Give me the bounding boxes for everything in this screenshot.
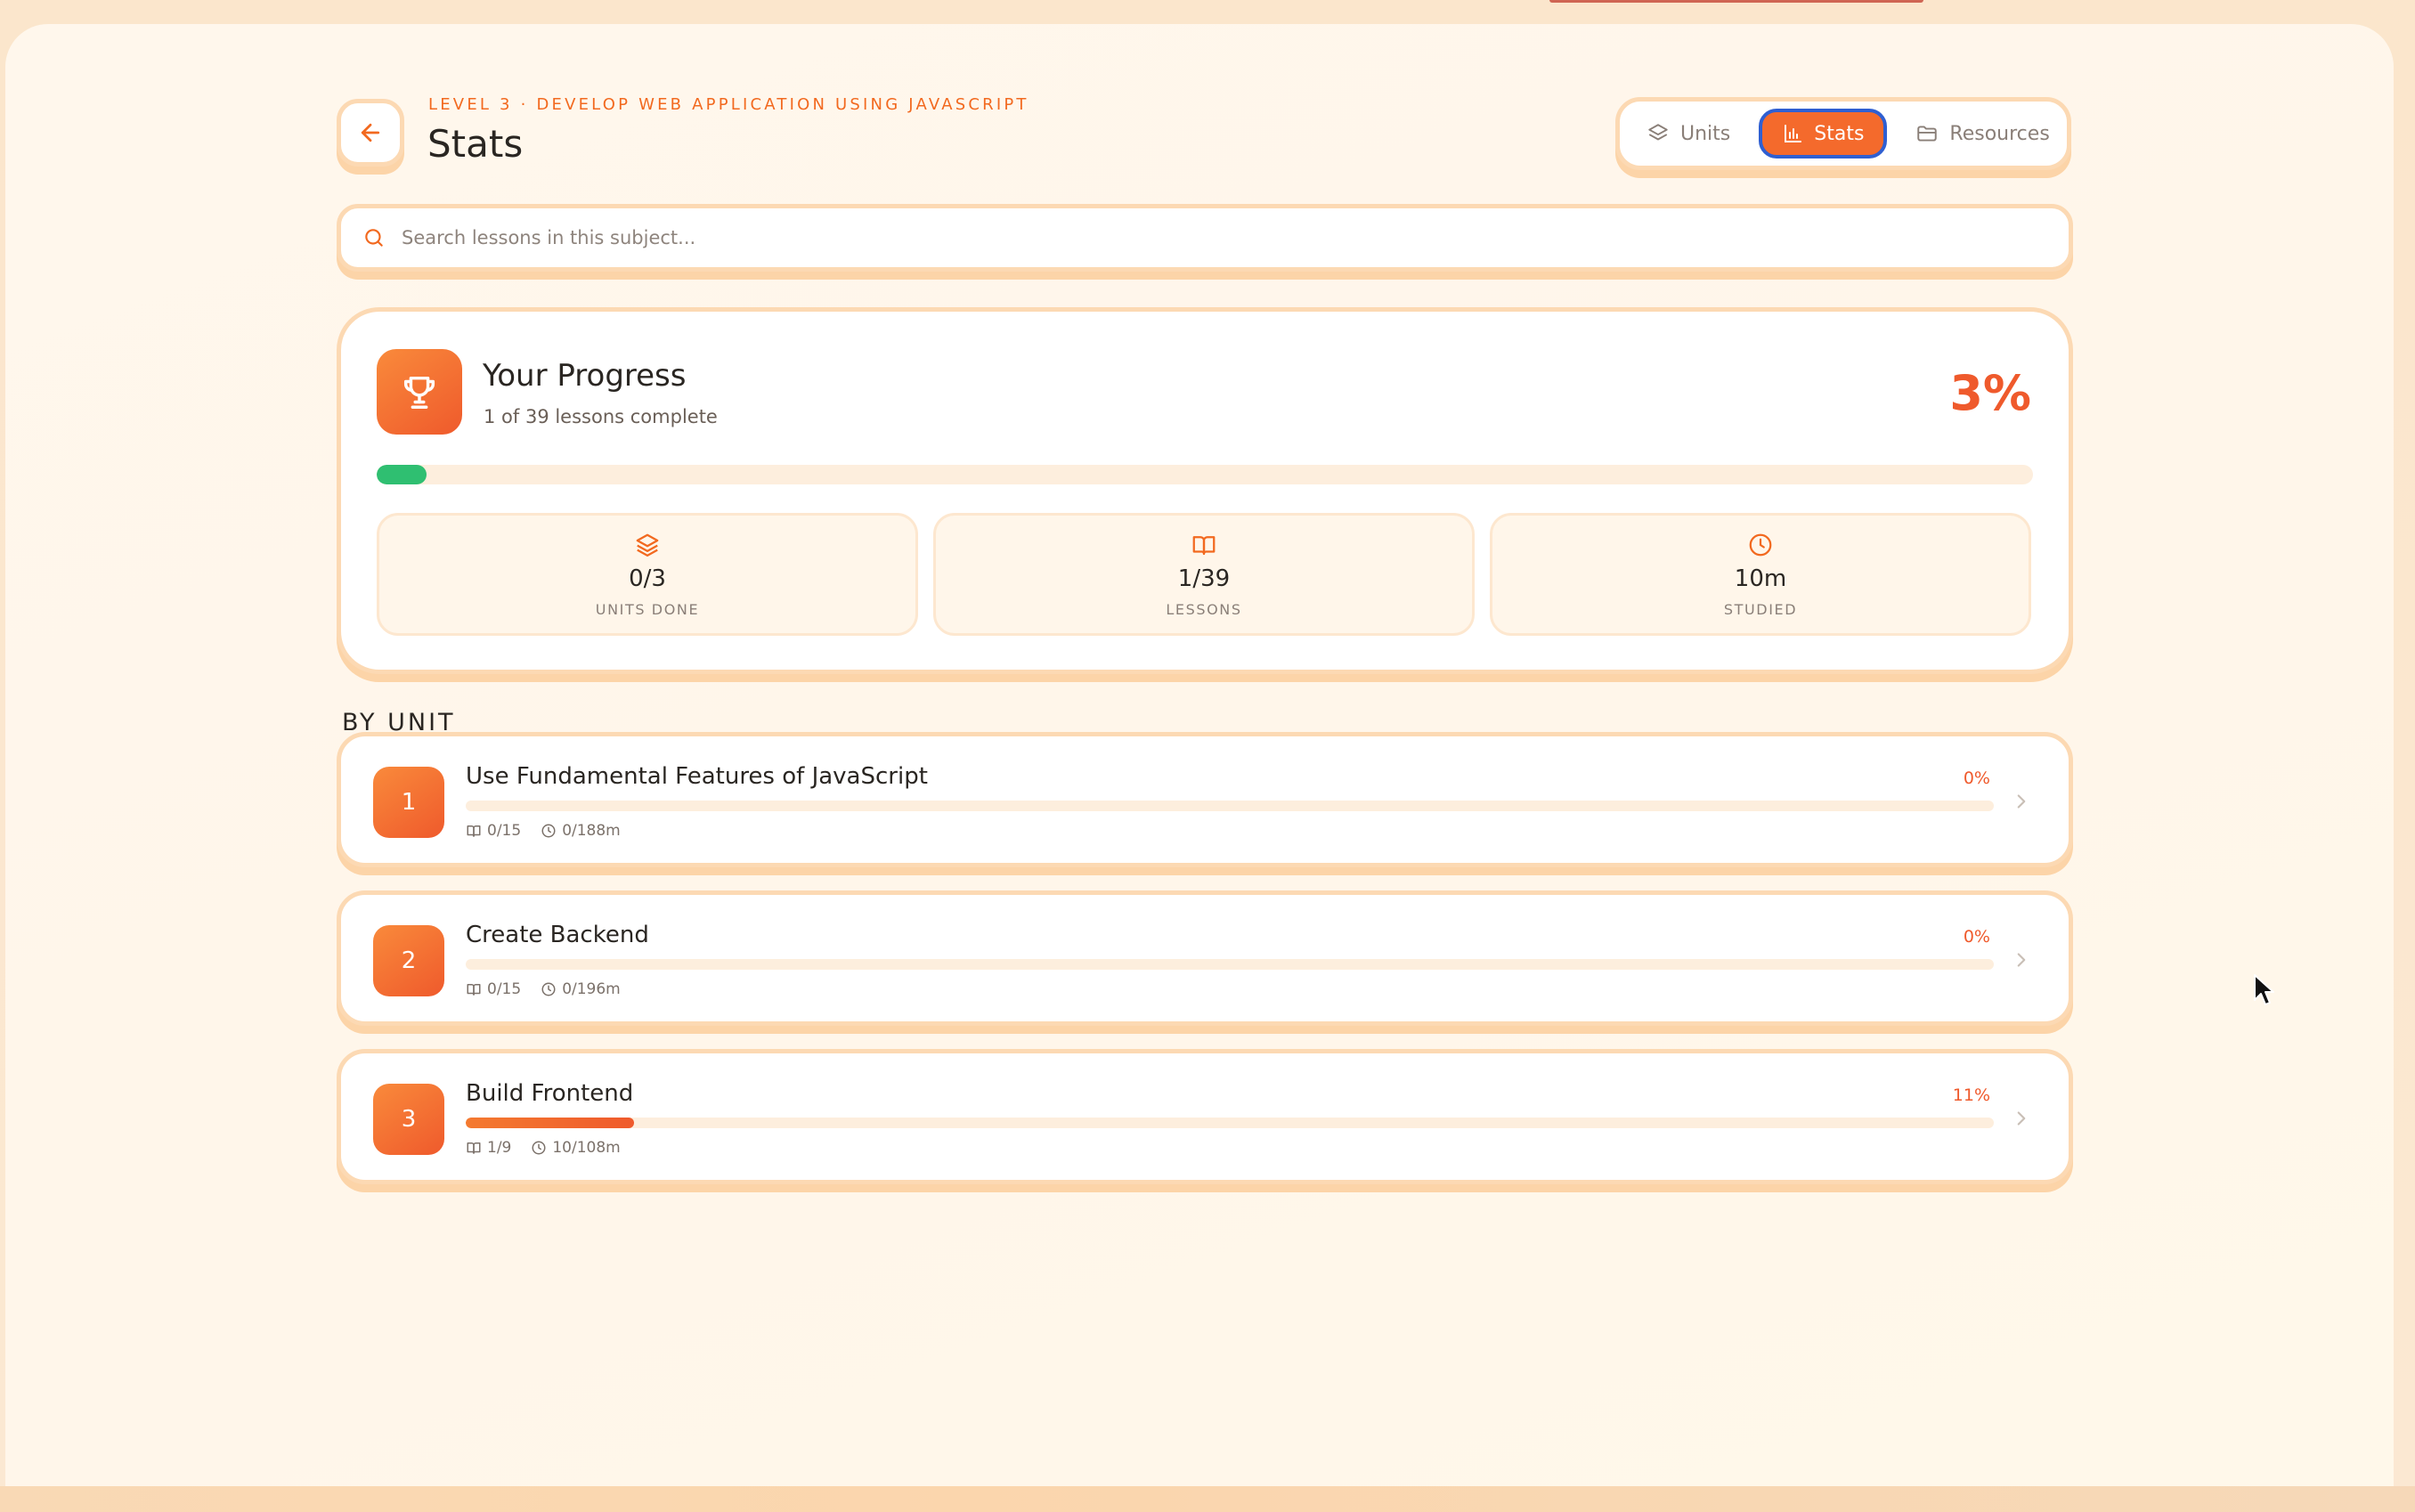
unit-title: Create Backend xyxy=(466,922,649,948)
unit-lessons-value: 1/9 xyxy=(487,1139,512,1157)
unit-card-2[interactable]: 2 Create Backend 0% 0/15 0/196m xyxy=(337,890,2073,1026)
window-top-strip xyxy=(1549,0,1923,3)
unit-number-badge: 3 xyxy=(373,1084,444,1155)
overall-progress-fill xyxy=(377,465,427,484)
clock-icon xyxy=(541,824,556,838)
chevron-right-icon xyxy=(2017,794,2026,809)
stat-value: 1/39 xyxy=(1177,565,1231,592)
view-tabs: Units Stats Resources xyxy=(1615,97,2071,170)
breadcrumb: LEVEL 3 · DEVELOP WEB APPLICATION USING … xyxy=(428,95,1029,114)
progress-card: Your Progress 1 of 39 lessons complete 3… xyxy=(337,307,2073,674)
trophy-icon xyxy=(403,376,435,409)
unit-minutes: 10/108m xyxy=(531,1139,621,1157)
unit-progress-bar xyxy=(466,801,1994,811)
stat-studied: 10m STUDIED xyxy=(1490,513,2031,636)
unit-lessons: 1/9 xyxy=(466,1139,511,1157)
unit-number-badge: 1 xyxy=(373,767,444,838)
unit-card-1[interactable]: 1 Use Fundamental Features of JavaScript… xyxy=(337,732,2073,867)
unit-progress-bar xyxy=(466,1118,1994,1128)
stat-value: 10m xyxy=(1734,565,1787,592)
tab-units-label: Units xyxy=(1680,122,1731,145)
unit-percent: 0% xyxy=(1963,768,1990,788)
unit-title: Use Fundamental Features of JavaScript xyxy=(466,763,928,790)
tab-units[interactable]: Units xyxy=(1630,109,1746,159)
search-icon xyxy=(365,229,383,247)
clock-icon xyxy=(532,1141,546,1155)
unit-minutes-value: 10/108m xyxy=(552,1139,621,1157)
unit-meta: 1/9 10/108m xyxy=(466,1139,621,1157)
book-icon xyxy=(467,825,481,837)
unit-progress-bar xyxy=(466,959,1994,970)
overall-progress-bar xyxy=(377,465,2033,484)
search-input[interactable] xyxy=(400,226,2006,249)
unit-minutes-value: 0/188m xyxy=(562,822,621,840)
unit-minutes-value: 0/196m xyxy=(562,980,621,998)
stat-label: LESSONS xyxy=(1166,601,1242,618)
clock-icon xyxy=(1749,533,1772,557)
clock-icon xyxy=(541,982,556,996)
stat-lessons: 1/39 LESSONS xyxy=(933,513,1475,636)
unit-progress-fill xyxy=(466,1118,634,1128)
stat-value: 0/3 xyxy=(629,565,666,592)
stat-label: STUDIED xyxy=(1723,601,1798,618)
tab-stats-label: Stats xyxy=(1814,122,1865,145)
bar-chart-icon xyxy=(1785,125,1802,142)
app-window: LEVEL 3 · DEVELOP WEB APPLICATION USING … xyxy=(5,24,2394,1486)
progress-subtitle: 1 of 39 lessons complete xyxy=(484,406,718,427)
unit-percent: 0% xyxy=(1963,927,1990,947)
unit-minutes: 0/196m xyxy=(541,980,621,998)
layers-icon xyxy=(636,533,659,557)
trophy-badge xyxy=(377,349,462,435)
unit-lessons-value: 0/15 xyxy=(487,822,522,840)
layers-icon xyxy=(1648,124,1668,141)
tab-resources[interactable]: Resources xyxy=(1899,109,2065,159)
unit-percent: 11% xyxy=(1952,1085,1990,1105)
stat-label: UNITS DONE xyxy=(595,601,700,618)
unit-lessons: 0/15 xyxy=(466,822,521,840)
page-title: Stats xyxy=(427,122,524,166)
book-icon xyxy=(1192,536,1216,556)
mouse-cursor-icon xyxy=(2254,974,2274,1005)
chevron-right-icon xyxy=(2017,953,2026,967)
back-button[interactable] xyxy=(337,99,404,167)
book-icon xyxy=(467,984,481,996)
folder-icon xyxy=(1917,126,1938,142)
tab-stats[interactable]: Stats xyxy=(1759,109,1888,159)
unit-card-3[interactable]: 3 Build Frontend 11% 1/9 10/108m xyxy=(337,1049,2073,1184)
unit-meta: 0/15 0/188m xyxy=(466,822,621,840)
book-icon xyxy=(467,1142,481,1154)
unit-number-badge: 2 xyxy=(373,925,444,996)
unit-minutes: 0/188m xyxy=(541,822,621,840)
unit-lessons-value: 0/15 xyxy=(487,980,522,998)
tab-resources-label: Resources xyxy=(1949,122,2050,145)
unit-lessons: 0/15 xyxy=(466,980,521,998)
arrow-left-icon xyxy=(361,123,380,142)
window-bottom-band xyxy=(0,1486,2415,1512)
unit-title: Build Frontend xyxy=(466,1080,634,1107)
unit-meta: 0/15 0/196m xyxy=(466,980,621,998)
chevron-right-icon xyxy=(2017,1111,2026,1126)
progress-title: Your Progress xyxy=(483,358,687,394)
stat-units-done: 0/3 UNITS DONE xyxy=(377,513,918,636)
search-bar xyxy=(337,204,2073,272)
progress-percent: 3% xyxy=(1949,365,2031,421)
